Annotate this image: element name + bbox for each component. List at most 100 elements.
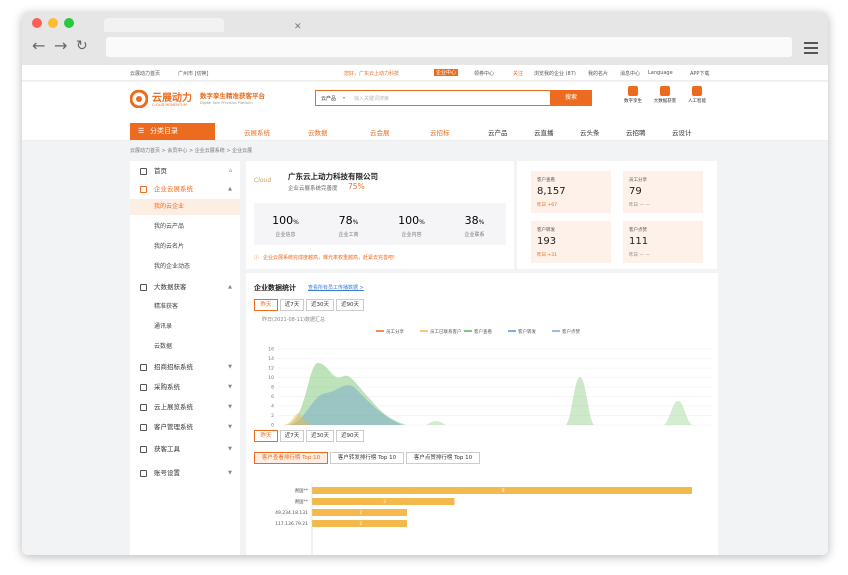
- sidebar-item-my-news[interactable]: 我的企业动态: [130, 259, 240, 275]
- search-category-select[interactable]: 云产品: [321, 95, 336, 102]
- home-link[interactable]: 云展动力首页: [130, 70, 160, 77]
- forward-icon[interactable]: →: [54, 38, 67, 54]
- breadcrumb[interactable]: 云展动力首页 > 会员中心 > 企业云展系统 > 企业云展: [130, 147, 252, 154]
- site-header: 云展动力 CLOUD MOMENTUM 数字孪生精准获客平台 Digital T…: [22, 82, 828, 122]
- nav-yunchanpin[interactable]: 云产品: [488, 127, 508, 137]
- sidebar: 首页 ⌂ 企业云展系统 ▲ 我的云企业 我的云产品 我的云名片 我的企业动态 大数据…: [130, 161, 240, 555]
- legend-label-0[interactable]: 员工分享: [386, 328, 404, 335]
- tab2-30days[interactable]: 近30天: [306, 430, 334, 442]
- sidebar-item-purchase[interactable]: 采购系统 ▼: [130, 379, 240, 395]
- message-link[interactable]: 消息中心: [620, 70, 640, 77]
- browse-link[interactable]: 浏览我的企业 (87): [534, 70, 576, 77]
- reload-icon[interactable]: ↻: [76, 38, 88, 54]
- legend-label-3[interactable]: 客户转发: [518, 328, 536, 335]
- address-bar[interactable]: [106, 37, 792, 57]
- chevron-down-icon: ▼: [228, 384, 232, 390]
- search-button[interactable]: 搜索: [550, 90, 592, 106]
- nav-yunzhaopin[interactable]: 云招聘: [626, 127, 646, 137]
- menu-icon[interactable]: [804, 42, 818, 57]
- sidebar-item-home[interactable]: 首页 ⌂: [130, 163, 240, 179]
- tab-close-icon[interactable]: ✕: [294, 22, 302, 32]
- language-link[interactable]: Language: [648, 70, 673, 76]
- enterprise-center-link[interactable]: 企业中心: [434, 69, 459, 76]
- sidebar-item-account[interactable]: 账号设置 ▼: [130, 465, 240, 481]
- sidebar-item-crm[interactable]: 客户管理系统 ▼: [130, 419, 240, 435]
- app-download-link[interactable]: APP下载: [690, 70, 709, 77]
- legend-label-2[interactable]: 客户查看: [474, 328, 492, 335]
- nav-yunzhaobiao[interactable]: 云招标: [430, 127, 450, 137]
- completeness-notice[interactable]: 企业云展系统完成度越高，曝光率权重越高，赶紧去完善吧!: [263, 254, 395, 261]
- minimize-dot[interactable]: [48, 18, 58, 28]
- brand-name-en: CLOUD MOMENTUM: [152, 103, 187, 107]
- legend-label-4[interactable]: 客户点赞: [562, 328, 580, 335]
- close-dot[interactable]: [32, 18, 42, 28]
- sidebar-item-contacts[interactable]: 通讯录: [130, 319, 240, 335]
- series-area-green-4: [426, 421, 446, 425]
- browser-tab[interactable]: ✕: [104, 18, 302, 32]
- sidebar-item-bidding[interactable]: 招商招标系统 ▼: [130, 359, 240, 375]
- metric-contact: 38% 企业联系: [464, 214, 485, 238]
- rank-tab-forwards[interactable]: 客户转发排行榜 Top 10: [330, 452, 404, 464]
- slogan: 数字孪生精准获客平台: [200, 92, 265, 100]
- ai-icon: [692, 86, 702, 96]
- sidebar-item-my-card[interactable]: 我的云名片: [130, 239, 240, 255]
- chevron-down-icon[interactable]: ▾: [343, 95, 345, 100]
- sidebar-item-bigdata[interactable]: 大数据获客 ▲: [130, 279, 240, 295]
- brand-name[interactable]: 云展动力: [152, 89, 192, 104]
- rank-tab-views[interactable]: 客户查看排行榜 Top 10: [254, 452, 328, 464]
- stat-shares: 员工分享 79 昨日 — —: [623, 171, 703, 213]
- tab-yesterday[interactable]: 昨天: [254, 299, 278, 311]
- follow-link[interactable]: 关注: [513, 70, 523, 77]
- nav-yunzhan[interactable]: 云展系统: [244, 127, 270, 137]
- tab2-yesterday[interactable]: 昨天: [254, 430, 278, 442]
- category-menu[interactable]: ☰ 分类目录: [130, 123, 215, 140]
- sidebar-item-exhibition[interactable]: 云上展览系统 ▼: [130, 399, 240, 415]
- tab2-90days[interactable]: 近90天: [336, 430, 364, 442]
- nav-yunhuizhan[interactable]: 云会展: [370, 127, 390, 137]
- company-card: Cloud 广东云上动力科技有限公司 企业云展系统完善度 75% 100% 企业信…: [246, 161, 514, 269]
- location-link[interactable]: 广州市 [切换]: [178, 70, 209, 77]
- analytics-title: 企业数据统计: [254, 284, 296, 292]
- account-icon: [140, 470, 147, 477]
- coupon-link[interactable]: 领券中心: [474, 70, 494, 77]
- sidebar-item-tools[interactable]: 获客工具 ▼: [130, 441, 240, 457]
- legend-label-1[interactable]: 员工已联系客户: [430, 328, 462, 335]
- chevron-up-icon: ▲: [228, 186, 232, 192]
- sidebar-item-cloud-data[interactable]: 云数据: [130, 339, 240, 355]
- nav-yunsheji[interactable]: 云设计: [672, 127, 692, 137]
- sidebar-item-precise[interactable]: 精准获客: [130, 299, 240, 315]
- sidebar-item-my-enterprise[interactable]: 我的云企业: [130, 199, 240, 215]
- nav-yunshuju[interactable]: 云数据: [308, 127, 328, 137]
- chevron-down-icon: ▼: [228, 446, 232, 452]
- crm-icon: [140, 424, 147, 431]
- bar-category-label: 49.234.18.131: [275, 510, 308, 516]
- nav-yunzhibo[interactable]: 云直播: [534, 127, 554, 137]
- tab-30days[interactable]: 近30天: [306, 299, 334, 311]
- ai-link[interactable]: 人工智能: [682, 86, 712, 104]
- tab-90days[interactable]: 近90天: [336, 299, 364, 311]
- my-card-link[interactable]: 我的名片: [588, 70, 608, 77]
- metrics-panel: 100% 企业信息 78% 企业工商 100% 企业内容 38% 企业联系: [254, 203, 506, 245]
- web-page: 云展动力首页 广州市 [切换] 您好，广东云上动力科技 企业中心 领券中心 关注…: [22, 65, 828, 555]
- metric-info: 100% 企业信息: [272, 214, 299, 238]
- completeness-value: 75%: [348, 182, 365, 191]
- stat-views: 客户查看 8,157 昨日 +67: [531, 171, 611, 213]
- search-input[interactable]: 输入关键词搜索: [354, 95, 389, 102]
- sidebar-item-my-products[interactable]: 我的云产品: [130, 219, 240, 235]
- big-data-link[interactable]: 大数据获客: [650, 86, 680, 104]
- tab-7days[interactable]: 近7天: [280, 299, 304, 311]
- area-chart: 员工分享 员工已联系客户 客户查看 客户转发 客户点赞 0 2 4 6 8 10 12 14 16: [268, 328, 712, 429]
- y-tick-label: 12: [268, 366, 274, 372]
- tab2-7days[interactable]: 近7天: [280, 430, 304, 442]
- ranking-bar-chart: 谢国** 8谢国** 349.234.18.131 2117.136.79.21 2: [275, 483, 692, 555]
- back-icon[interactable]: ←: [32, 38, 45, 54]
- all-staff-link[interactable]: 查看所有员工传播数据 >: [308, 284, 364, 291]
- sidebar-item-enterprise[interactable]: 企业云展系统 ▲: [130, 181, 240, 197]
- tools-icon: [140, 446, 147, 453]
- digital-twin-link[interactable]: 数字孪生: [618, 86, 648, 104]
- brand-logo-icon[interactable]: [130, 90, 148, 108]
- maximize-dot[interactable]: [64, 18, 74, 28]
- nav-yuntoutiao[interactable]: 云头条: [580, 127, 600, 137]
- rank-tab-likes[interactable]: 客户点赞排行榜 Top 10: [406, 452, 480, 464]
- chevron-down-icon: ▼: [228, 424, 232, 430]
